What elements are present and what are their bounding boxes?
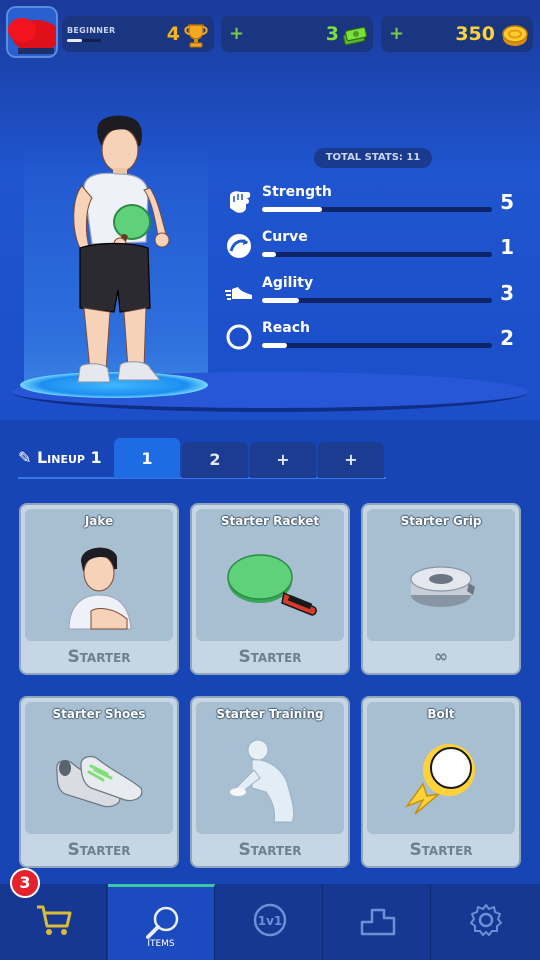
- stat-name: Strength: [262, 184, 332, 200]
- stat-bar-fill: [262, 343, 288, 348]
- ring-icon: [226, 324, 252, 350]
- stat-value: 2: [500, 326, 514, 350]
- shoe-icon: [225, 287, 252, 300]
- grip-icon: [410, 566, 475, 607]
- stat-row-curve[interactable]: Curve 1: [224, 229, 518, 263]
- character-portrait-icon: [68, 547, 132, 630]
- lineup-tab-1[interactable]: 1: [114, 438, 180, 478]
- item-card-grip[interactable]: Starter Grip ∞: [361, 503, 521, 675]
- stat-row-reach[interactable]: Reach 2: [224, 320, 518, 354]
- item-card-racket[interactable]: Starter Racket Starter: [190, 503, 350, 675]
- stat-name: Curve: [262, 229, 308, 245]
- card-rarity: Starter: [67, 840, 131, 860]
- cash-icon: [342, 26, 368, 46]
- stat-bar: [262, 207, 492, 212]
- pencil-icon: ✎: [18, 448, 32, 467]
- card-rarity: Starter: [67, 647, 131, 667]
- lineup-title[interactable]: ✎ Lineup 1: [18, 448, 102, 467]
- stat-row-agility[interactable]: Agility 3: [224, 275, 518, 309]
- profile-avatar-button[interactable]: [6, 6, 58, 58]
- card-title: Starter Racket: [220, 514, 320, 528]
- card-title: Jake: [84, 514, 114, 528]
- card-rarity: Starter: [238, 840, 302, 860]
- add-coins-button[interactable]: +: [389, 23, 404, 44]
- add-lineup-tab[interactable]: +: [318, 442, 384, 478]
- profile-avatar-icon: [8, 8, 56, 56]
- shoes-icon: [56, 755, 143, 808]
- paddle-icon: [146, 906, 179, 939]
- stat-name: Agility: [262, 275, 314, 291]
- rank-pill[interactable]: BEGINNER 4: [62, 16, 214, 52]
- trophy-count: 4: [166, 23, 180, 45]
- item-card-shoes[interactable]: Starter Shoes Starter: [19, 696, 179, 868]
- rank-label: BEGINNER: [67, 26, 116, 35]
- lineup-tab-2[interactable]: 2: [182, 442, 248, 478]
- stat-row-strength[interactable]: Strength 5: [224, 184, 518, 218]
- shop-notification-badge: 3: [10, 868, 40, 898]
- coin-icon: [502, 25, 528, 46]
- racket-icon: [227, 554, 317, 616]
- coin-count: 350: [455, 23, 495, 45]
- item-card-training[interactable]: Starter Training Starter: [190, 696, 350, 868]
- cash-count: 3: [325, 23, 339, 45]
- coins-pill[interactable]: + 350: [381, 16, 533, 52]
- item-card-bolt[interactable]: Bolt Starter: [361, 696, 521, 868]
- card-durability: ∞: [433, 647, 449, 667]
- fist-icon: [230, 191, 251, 213]
- curve-icon: [227, 234, 251, 258]
- nav-settings[interactable]: [432, 884, 539, 960]
- versus-icon: 1v1: [253, 903, 287, 937]
- bolt-ball-icon: [404, 744, 475, 815]
- stat-bar: [262, 252, 492, 257]
- training-pose-icon: [230, 739, 295, 823]
- card-rarity: Starter: [238, 647, 302, 667]
- add-lineup-tab[interactable]: +: [250, 442, 316, 478]
- player-character[interactable]: [58, 112, 178, 392]
- rank-progress-bar: [67, 39, 101, 42]
- cart-icon: [37, 905, 72, 935]
- trophy-icon: [184, 24, 208, 48]
- stat-bar-fill: [262, 298, 299, 303]
- cash-pill[interactable]: + 3: [221, 16, 373, 52]
- card-title: Starter Training: [216, 707, 324, 721]
- svg-text:1v1: 1v1: [258, 914, 283, 928]
- stat-name: Reach: [262, 320, 310, 336]
- nav-items[interactable]: ITEMS: [108, 884, 215, 960]
- stat-value: 1: [500, 235, 514, 259]
- top-bar: BEGINNER 4 + 3 + 350: [0, 0, 540, 64]
- stat-bar: [262, 343, 492, 348]
- gear-icon: [470, 904, 502, 936]
- card-title: Starter Grip: [400, 514, 482, 528]
- stat-value: 3: [500, 281, 514, 305]
- add-cash-button[interactable]: +: [229, 23, 244, 44]
- card-title: Bolt: [427, 707, 455, 721]
- stat-bar-fill: [262, 207, 322, 212]
- bottom-navigation: ITEMS 1v1: [0, 884, 540, 960]
- item-card-character[interactable]: Jake Starter: [19, 503, 179, 675]
- nav-leaderboard[interactable]: [324, 884, 431, 960]
- stat-bar: [262, 298, 492, 303]
- podium-icon: [360, 908, 396, 936]
- card-rarity: Starter: [409, 840, 473, 860]
- nav-1v1[interactable]: 1v1: [216, 884, 323, 960]
- nav-label: ITEMS: [147, 939, 175, 949]
- card-title: Starter Shoes: [52, 707, 146, 721]
- stat-value: 5: [500, 190, 514, 214]
- stat-bar-fill: [262, 252, 276, 257]
- lineup-label: Lineup 1: [36, 448, 102, 467]
- total-stats-label: TOTAL STATS: 11: [314, 148, 432, 168]
